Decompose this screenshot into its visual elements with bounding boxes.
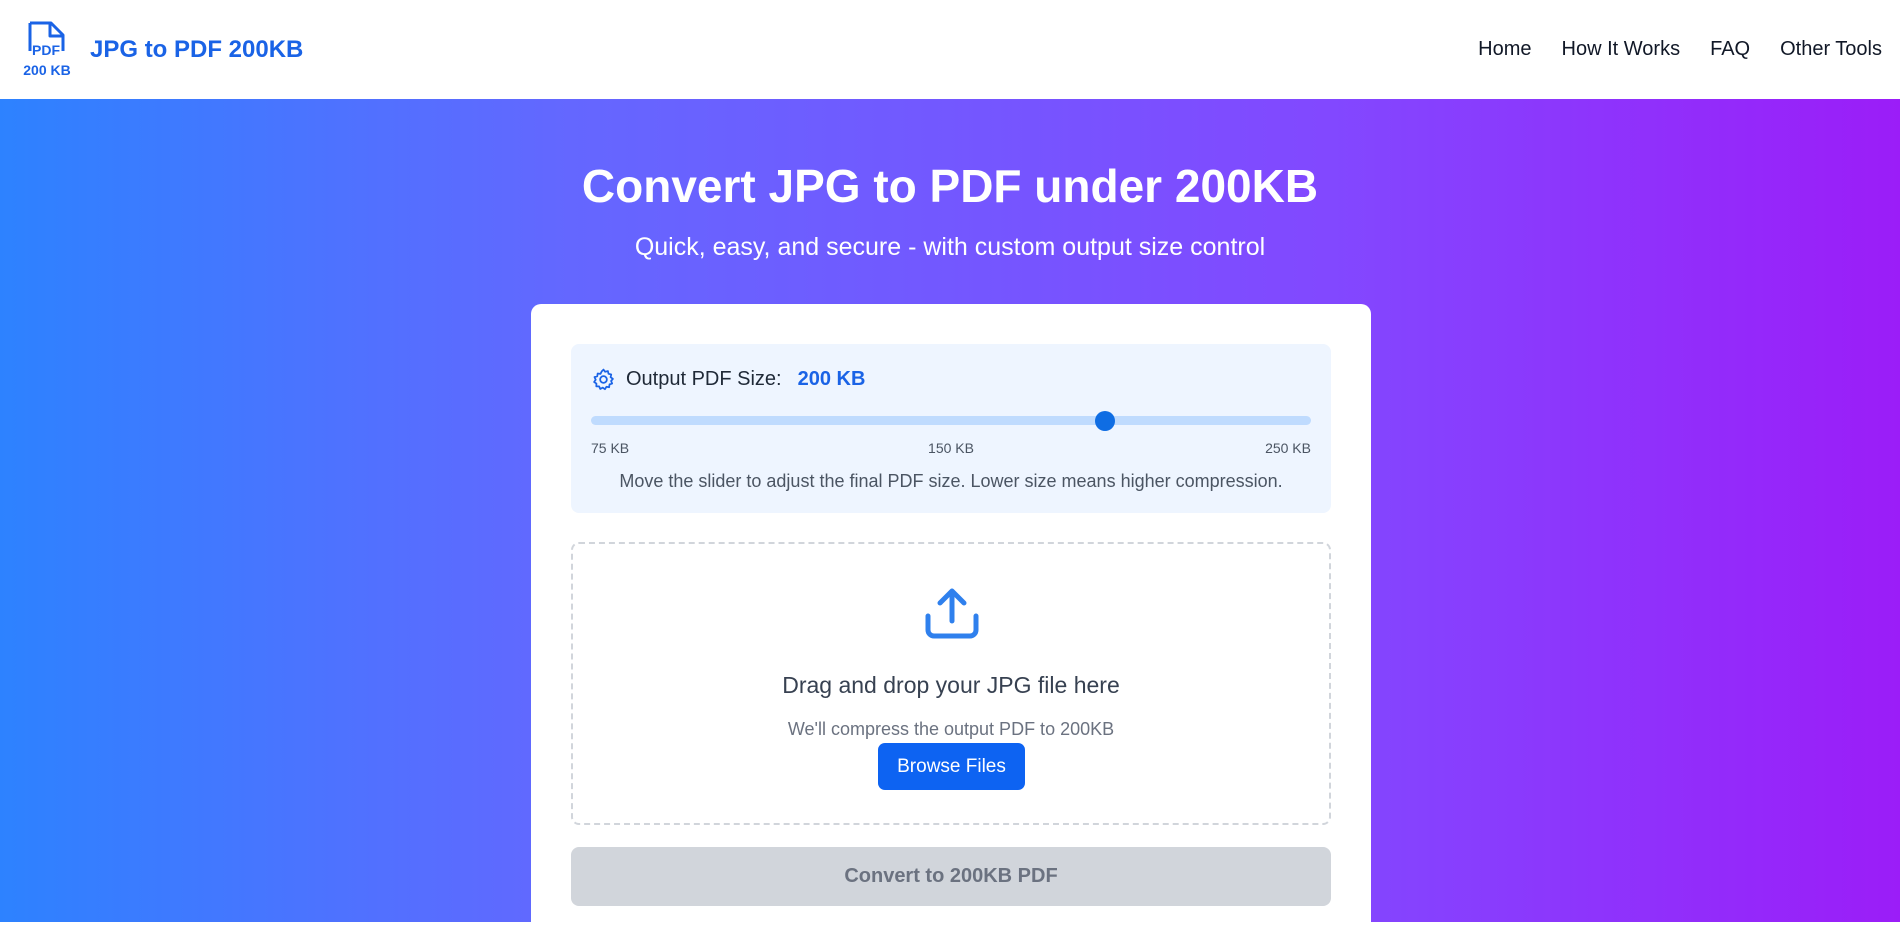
slider-mid-label: 150 KB (928, 440, 974, 456)
navbar: PDF 200 KB JPG to PDF 200KB Home How It … (0, 0, 1900, 99)
convert-button[interactable]: Convert to 200KB PDF (571, 847, 1331, 906)
nav-link-how-it-works[interactable]: How It Works (1562, 38, 1681, 61)
logo-pdf-text: PDF (32, 42, 60, 58)
size-label: Output PDF Size: (626, 368, 782, 390)
slider-max-label: 250 KB (1265, 440, 1311, 456)
size-value: 200 KB (797, 368, 866, 390)
size-slider-track[interactable] (591, 416, 1311, 425)
size-control-panel: Output PDF Size: 200 KB 75 KB 150 KB 250… (571, 344, 1331, 513)
size-help-text: Move the slider to adjust the final PDF … (619, 471, 1283, 491)
brand[interactable]: PDF 200 KB JPG to PDF 200KB (21, 21, 303, 79)
hero-subtitle: Quick, easy, and secure - with custom ou… (634, 233, 1266, 261)
dropzone-title: Drag and drop your JPG file here (782, 672, 1120, 698)
size-control-header: Output PDF Size: 200 KB (591, 367, 865, 392)
upload-icon (925, 588, 979, 639)
nav-link-other-tools[interactable]: Other Tools (1780, 38, 1882, 61)
pdf-logo-icon: PDF 200 KB (23, 21, 71, 78)
nav-link-faq[interactable]: FAQ (1710, 38, 1750, 61)
brand-name: JPG to PDF 200KB (90, 35, 304, 63)
nav-links: Home How It Works FAQ Other Tools (1478, 38, 1882, 61)
hero-section: Convert JPG to PDF under 200KB Quick, ea… (0, 99, 1900, 944)
size-slider-thumb[interactable] (1095, 411, 1116, 431)
gear-icon (593, 368, 614, 391)
file-dropzone[interactable]: Drag and drop your JPG file here We'll c… (571, 542, 1331, 825)
hero-title: Convert JPG to PDF under 200KB (581, 160, 1319, 212)
converter-card: Output PDF Size: 200 KB 75 KB 150 KB 250… (531, 304, 1371, 944)
browse-files-button[interactable]: Browse Files (878, 743, 1025, 790)
logo-size-text: 200 KB (23, 62, 70, 78)
nav-link-home[interactable]: Home (1478, 38, 1531, 61)
dropzone-subtitle: We'll compress the output PDF to 200KB (787, 719, 1115, 739)
